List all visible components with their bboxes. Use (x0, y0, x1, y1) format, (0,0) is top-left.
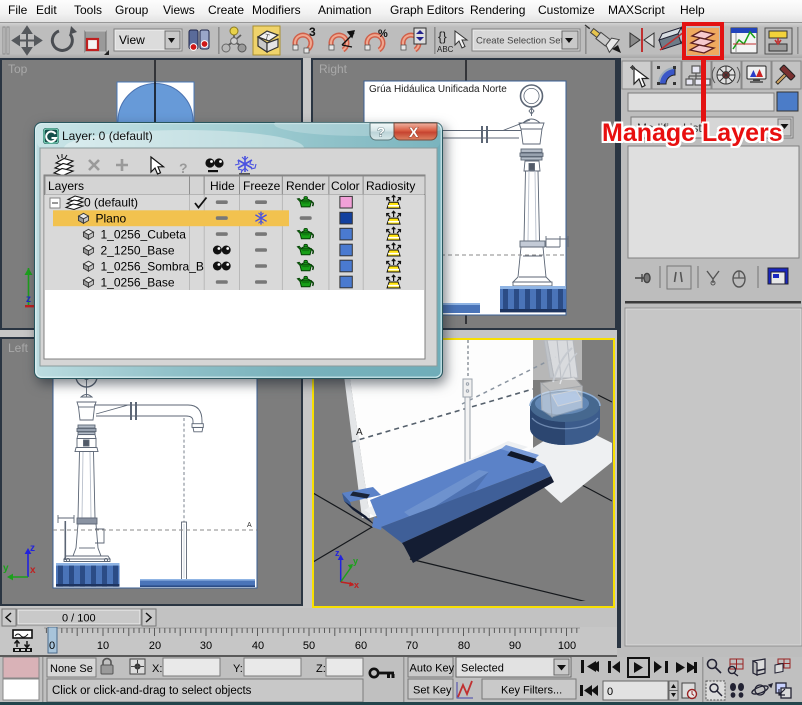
svg-text:Key Filters...: Key Filters... (501, 685, 562, 697)
svg-text:X:: X: (152, 663, 162, 675)
svg-text:y: y (353, 556, 358, 566)
svg-text:10: 10 (97, 640, 109, 652)
svg-text:y: y (3, 563, 9, 574)
svg-text:Render: Render (286, 179, 325, 193)
svg-text:None Se: None Se (50, 663, 93, 675)
svg-text:Set Key: Set Key (413, 685, 452, 697)
svg-text:View: View (119, 33, 145, 47)
svg-text:Freeze: Freeze (243, 179, 281, 193)
svg-text:0 (default): 0 (default) (84, 196, 138, 210)
svg-text:3: 3 (309, 25, 316, 39)
svg-text:Layers: Layers (48, 179, 84, 193)
svg-text:A: A (247, 522, 252, 529)
svg-text:20: 20 (149, 640, 161, 652)
svg-text:z: z (335, 548, 340, 558)
svg-text:x: x (30, 565, 36, 576)
svg-text:Plano: Plano (96, 211, 127, 225)
svg-text:2_1250_Base: 2_1250_Base (101, 243, 175, 257)
svg-text:Click or click-and-drag to sel: Click or click-and-drag to select object… (52, 685, 252, 697)
svg-text:Y:: Y: (233, 663, 243, 675)
svg-text:1_0256_Cubeta: 1_0256_Cubeta (101, 227, 187, 241)
svg-text:z: z (30, 543, 35, 554)
svg-text:1_0256_Sombra_B: 1_0256_Sombra_B (101, 259, 204, 273)
svg-text:{}: {} (438, 29, 447, 44)
svg-text:30: 30 (200, 640, 212, 652)
svg-text:0: 0 (607, 686, 613, 698)
svg-text:60: 60 (355, 640, 367, 652)
svg-text:0: 0 (49, 640, 55, 652)
svg-text:%: % (378, 28, 388, 40)
svg-text:Selected: Selected (461, 663, 504, 675)
svg-text:100: 100 (558, 640, 576, 652)
svg-text:0 / 100: 0 / 100 (62, 613, 96, 625)
svg-text:90: 90 (509, 640, 521, 652)
svg-text:Grúa Hidáulica Unificada Norte: Grúa Hidáulica Unificada Norte (369, 84, 507, 95)
svg-text:50: 50 (303, 640, 315, 652)
svg-text:x: x (354, 580, 359, 590)
svg-text:X: X (409, 124, 419, 140)
svg-text:Z:: Z: (316, 663, 326, 675)
svg-text:1_0256_Base: 1_0256_Base (101, 275, 175, 289)
svg-text:Hide: Hide (210, 179, 235, 193)
svg-text:ABC: ABC (437, 45, 454, 54)
svg-text:70: 70 (406, 640, 418, 652)
svg-text:A: A (356, 427, 363, 438)
svg-text:80: 80 (458, 640, 470, 652)
svg-text:Auto Key: Auto Key (410, 663, 455, 675)
svg-text:?: ? (377, 125, 385, 140)
svg-text:Color: Color (331, 179, 360, 193)
svg-text:?: ? (179, 160, 188, 176)
svg-text:z: z (26, 294, 31, 305)
svg-text:Create Selection Set: Create Selection Set (476, 36, 563, 47)
svg-text:Radiosity: Radiosity (366, 179, 415, 193)
svg-text:Layer: 0 (default): Layer: 0 (default) (62, 129, 153, 143)
svg-text:40: 40 (252, 640, 264, 652)
